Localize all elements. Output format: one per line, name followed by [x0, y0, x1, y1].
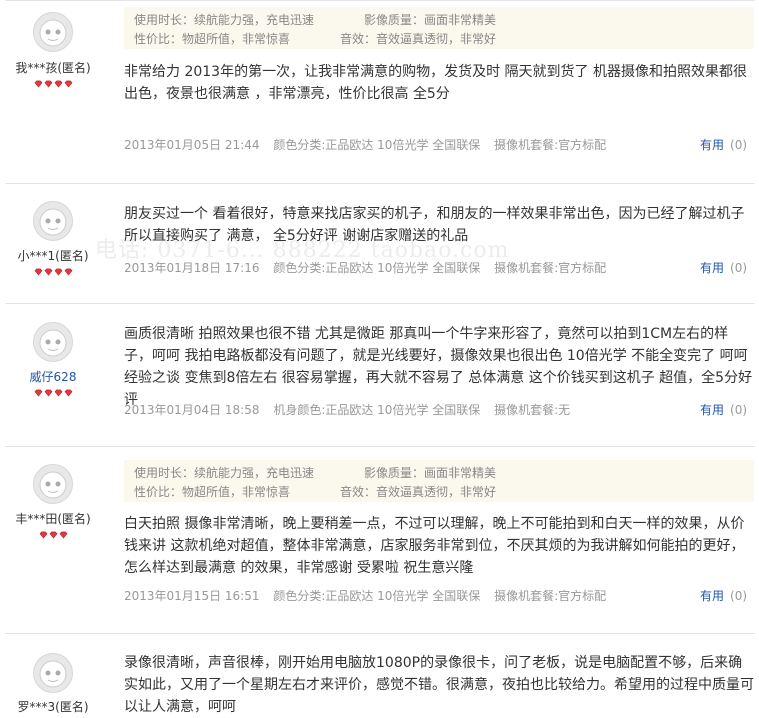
tag-sound: 音效：音效逼真透彻，非常好	[340, 32, 497, 46]
review-meta: 2013年01月05日 21:44 颜色分类:正品欧达 10倍光学 全国联保 摄…	[124, 136, 616, 153]
avatar-face-icon	[39, 208, 67, 236]
review-attr-package: 摄像机套餐:官方标配	[494, 589, 607, 603]
impression-tags: 使用时长：续航能力强，充电迅速 影像质量：画面非常精美 性价比：物超所值，非常惊…	[124, 460, 754, 502]
reviewer-name[interactable]: 我***孩(匿名)	[0, 59, 106, 76]
review-meta: 2013年01月04日 18:58 机身颜色:正品欧达 10倍光学 全国联保 摄…	[124, 401, 580, 418]
tag-image-quality: 影像质量：画面非常精美	[364, 466, 497, 480]
reputation-gems	[0, 78, 106, 88]
review-content: 白天拍照 摄像非常清晰，晚上要稍差一点，不过可以理解，晚上不可能拍到和白天一样的…	[124, 516, 745, 576]
avatar-face-icon	[39, 329, 67, 357]
reviewer-name[interactable]: 小***1(匿名)	[0, 247, 106, 264]
reputation-gem-icon	[44, 80, 52, 88]
avatar[interactable]	[33, 201, 73, 241]
reviewer-name[interactable]: 丰***田(匿名)	[0, 510, 106, 527]
tag-value: 性价比：物超所值，非常惊喜	[134, 32, 291, 46]
useful-button[interactable]: 有用 (0)	[700, 136, 747, 153]
avatar-face-icon	[39, 19, 67, 47]
reputation-gem-icon	[54, 389, 62, 397]
reputation-gem-icon	[64, 268, 72, 276]
useful-button[interactable]: 有用 (0)	[700, 587, 747, 604]
reputation-gem-icon	[34, 389, 42, 397]
review-divider	[5, 633, 755, 634]
reviewer-name[interactable]: 罗***3(匿名)	[0, 698, 106, 715]
review-content: 非常给力 2013年的第一次，让我非常满意的购物，发货及时 隔天就到货了 机器摄…	[124, 64, 747, 102]
avatar[interactable]	[33, 464, 73, 504]
review-attr-color: 机身颜色:正品欧达 10倍光学 全国联保	[273, 403, 481, 417]
useful-count: (0)	[730, 261, 748, 275]
review-meta: 2013年01月15日 16:51 颜色分类:正品欧达 10倍光学 全国联保 摄…	[124, 587, 616, 604]
review-divider	[5, 303, 755, 304]
reviewer-name[interactable]: 威仔628	[0, 368, 106, 385]
tag-usage: 使用时长：续航能力强，充电迅速	[134, 13, 315, 27]
reputation-gems	[0, 387, 106, 397]
reputation-gem-icon	[59, 531, 67, 539]
useful-button[interactable]: 有用 (0)	[700, 259, 747, 276]
avatar[interactable]	[33, 653, 73, 693]
reputation-gem-icon	[34, 80, 42, 88]
tag-sound: 音效：音效逼真透彻，非常好	[340, 485, 497, 499]
review-divider	[5, 183, 755, 184]
useful-button[interactable]: 有用 (0)	[700, 401, 747, 418]
review-content: 朋友买过一个 看着很好，特意来找店家买的机子，和朋友的一样效果非常出色，因为已经…	[124, 206, 745, 244]
review-divider	[5, 0, 755, 1]
review-date: 2013年01月04日 18:58	[124, 403, 260, 417]
reputation-gem-icon	[64, 80, 72, 88]
reputation-gem-icon	[54, 268, 62, 276]
review-content: 画质很清晰 拍照效果也很不错 尤其是微距 那真叫一个牛字来形容了，竟然可以拍到1…	[124, 326, 753, 408]
reputation-gem-icon	[39, 531, 47, 539]
useful-count: (0)	[730, 403, 748, 417]
avatar-face-icon	[39, 471, 67, 499]
reputation-gem-icon	[64, 389, 72, 397]
reputation-gems	[0, 266, 106, 276]
useful-label: 有用	[700, 261, 725, 275]
reputation-gem-icon	[54, 80, 62, 88]
review-attr-package: 摄像机套餐:无	[494, 403, 571, 417]
review-attr-color: 颜色分类:正品欧达 10倍光学 全国联保	[273, 589, 481, 603]
reputation-gem-icon	[44, 389, 52, 397]
useful-label: 有用	[700, 403, 725, 417]
review-date: 2013年01月18日 17:16	[124, 261, 260, 275]
avatar-face-icon	[39, 660, 67, 688]
avatar[interactable]	[33, 12, 73, 52]
reputation-gem-icon	[49, 531, 57, 539]
reputation-gems	[0, 529, 106, 539]
review-attr-package: 摄像机套餐:官方标配	[494, 138, 607, 152]
review-divider	[5, 446, 755, 447]
useful-count: (0)	[730, 138, 748, 152]
reputation-gem-icon	[44, 268, 52, 276]
useful-count: (0)	[730, 589, 748, 603]
review-attr-color: 颜色分类:正品欧达 10倍光学 全国联保	[273, 138, 481, 152]
review-date: 2013年01月15日 16:51	[124, 589, 260, 603]
review-content: 录像很清晰，声音很棒，刚开始用电脑放1080P的录像很卡，问了老板，说是电脑配置…	[124, 655, 754, 715]
useful-label: 有用	[700, 138, 725, 152]
tag-value: 性价比：物超所值，非常惊喜	[134, 485, 291, 499]
review-meta: 2013年01月18日 17:16 颜色分类:正品欧达 10倍光学 全国联保 摄…	[124, 259, 616, 276]
useful-label: 有用	[700, 589, 725, 603]
reputation-gem-icon	[34, 268, 42, 276]
avatar[interactable]	[33, 322, 73, 362]
review-attr-color: 颜色分类:正品欧达 10倍光学 全国联保	[273, 261, 481, 275]
tag-usage: 使用时长：续航能力强，充电迅速	[134, 466, 315, 480]
impression-tags: 使用时长：续航能力强，充电迅速 影像质量：画面非常精美 性价比：物超所值，非常惊…	[124, 7, 754, 49]
review-date: 2013年01月05日 21:44	[124, 138, 260, 152]
tag-image-quality: 影像质量：画面非常精美	[364, 13, 497, 27]
review-attr-package: 摄像机套餐:官方标配	[494, 261, 607, 275]
